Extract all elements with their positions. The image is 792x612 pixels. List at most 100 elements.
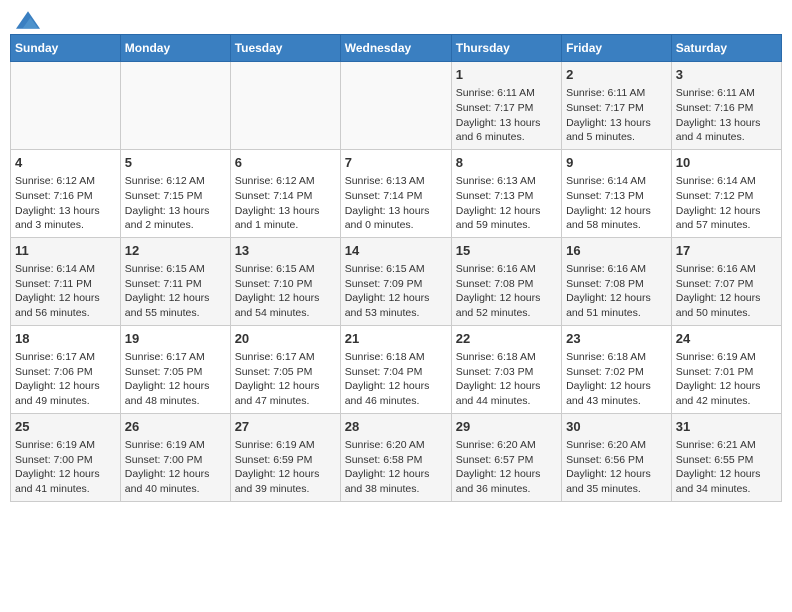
day-info-line: Sunset: 7:17 PM: [566, 101, 667, 116]
day-info-line: Sunset: 7:14 PM: [345, 189, 447, 204]
day-info-line: and 6 minutes.: [456, 130, 557, 145]
day-info-line: Sunset: 7:15 PM: [125, 189, 226, 204]
day-info-line: Daylight: 12 hours: [235, 291, 336, 306]
day-info-line: Sunrise: 6:15 AM: [345, 262, 447, 277]
calendar-cell: 8Sunrise: 6:13 AMSunset: 7:13 PMDaylight…: [451, 149, 561, 237]
calendar-cell: 21Sunrise: 6:18 AMSunset: 7:04 PMDayligh…: [340, 325, 451, 413]
day-info-line: Sunrise: 6:17 AM: [235, 350, 336, 365]
day-info-line: Sunrise: 6:14 AM: [15, 262, 116, 277]
day-info-line: Sunrise: 6:16 AM: [676, 262, 777, 277]
day-info-line: Sunset: 7:02 PM: [566, 365, 667, 380]
day-info-line: Sunrise: 6:11 AM: [566, 86, 667, 101]
day-info-line: Sunrise: 6:20 AM: [456, 438, 557, 453]
day-info-line: and 54 minutes.: [235, 306, 336, 321]
day-info-line: Daylight: 13 hours: [456, 116, 557, 131]
day-info-line: Sunset: 7:12 PM: [676, 189, 777, 204]
day-number: 14: [345, 242, 447, 260]
day-info-line: and 49 minutes.: [15, 394, 116, 409]
day-info-line: and 3 minutes.: [15, 218, 116, 233]
day-number: 25: [15, 418, 116, 436]
calendar-cell: 15Sunrise: 6:16 AMSunset: 7:08 PMDayligh…: [451, 237, 561, 325]
day-info-line: Daylight: 12 hours: [235, 379, 336, 394]
calendar-cell: 9Sunrise: 6:14 AMSunset: 7:13 PMDaylight…: [562, 149, 672, 237]
day-header-wednesday: Wednesday: [340, 35, 451, 62]
day-info-line: Sunrise: 6:12 AM: [235, 174, 336, 189]
day-info-line: Daylight: 13 hours: [15, 204, 116, 219]
page-header: [10, 10, 782, 26]
day-info-line: and 58 minutes.: [566, 218, 667, 233]
day-info-line: Sunset: 7:05 PM: [125, 365, 226, 380]
calendar-cell: [120, 62, 230, 150]
week-row-2: 4Sunrise: 6:12 AMSunset: 7:16 PMDaylight…: [11, 149, 782, 237]
calendar-cell: [340, 62, 451, 150]
day-info-line: Sunset: 7:14 PM: [235, 189, 336, 204]
day-info-line: Sunset: 7:13 PM: [566, 189, 667, 204]
calendar-cell: 29Sunrise: 6:20 AMSunset: 6:57 PMDayligh…: [451, 413, 561, 501]
day-info-line: and 39 minutes.: [235, 482, 336, 497]
day-info-line: Sunset: 7:07 PM: [676, 277, 777, 292]
day-number: 2: [566, 66, 667, 84]
day-info-line: Sunset: 6:58 PM: [345, 453, 447, 468]
day-number: 4: [15, 154, 116, 172]
day-info-line: Daylight: 13 hours: [125, 204, 226, 219]
calendar-cell: 10Sunrise: 6:14 AMSunset: 7:12 PMDayligh…: [671, 149, 781, 237]
calendar-cell: 19Sunrise: 6:17 AMSunset: 7:05 PMDayligh…: [120, 325, 230, 413]
calendar-cell: 11 Sunrise: 6:14 AMSunset: 7:11 PMDayligh…: [11, 237, 121, 325]
day-info-line: Sunset: 7:11 PM: [15, 277, 116, 292]
day-header-monday: Monday: [120, 35, 230, 62]
day-number: 17: [676, 242, 777, 260]
calendar-header-row: SundayMondayTuesdayWednesdayThursdayFrid…: [11, 35, 782, 62]
day-info-line: and 0 minutes.: [345, 218, 447, 233]
calendar-cell: [230, 62, 340, 150]
day-header-thursday: Thursday: [451, 35, 561, 62]
day-info-line: Sunrise: 6:16 AM: [456, 262, 557, 277]
day-info-line: and 59 minutes.: [456, 218, 557, 233]
day-info-line: and 48 minutes.: [125, 394, 226, 409]
day-info-line: Daylight: 12 hours: [125, 467, 226, 482]
day-info-line: Sunset: 7:11 PM: [125, 277, 226, 292]
calendar-cell: 2Sunrise: 6:11 AMSunset: 7:17 PMDaylight…: [562, 62, 672, 150]
day-info-line: Sunrise: 6:11 AM: [676, 86, 777, 101]
day-number: 11: [15, 242, 116, 260]
day-number: 20: [235, 330, 336, 348]
day-info-line: Daylight: 12 hours: [345, 291, 447, 306]
day-info-line: Sunrise: 6:15 AM: [235, 262, 336, 277]
day-info-line: Daylight: 12 hours: [15, 467, 116, 482]
calendar-cell: 18Sunrise: 6:17 AMSunset: 7:06 PMDayligh…: [11, 325, 121, 413]
day-info-line: Daylight: 12 hours: [235, 467, 336, 482]
day-info-line: Daylight: 12 hours: [456, 467, 557, 482]
day-info-line: Daylight: 12 hours: [676, 291, 777, 306]
day-info-line: Daylight: 12 hours: [566, 379, 667, 394]
day-number: 16: [566, 242, 667, 260]
day-info-line: Sunset: 7:16 PM: [676, 101, 777, 116]
day-info-line: Daylight: 12 hours: [345, 467, 447, 482]
day-info-line: and 40 minutes.: [125, 482, 226, 497]
calendar-cell: 31Sunrise: 6:21 AMSunset: 6:55 PMDayligh…: [671, 413, 781, 501]
day-info-line: and 50 minutes.: [676, 306, 777, 321]
day-info-line: and 1 minute.: [235, 218, 336, 233]
day-info-line: Sunrise: 6:11 AM: [456, 86, 557, 101]
day-info-line: Daylight: 12 hours: [676, 379, 777, 394]
day-info-line: and 44 minutes.: [456, 394, 557, 409]
calendar-cell: 22Sunrise: 6:18 AMSunset: 7:03 PMDayligh…: [451, 325, 561, 413]
day-info-line: Sunrise: 6:19 AM: [125, 438, 226, 453]
day-number: 18: [15, 330, 116, 348]
day-header-sunday: Sunday: [11, 35, 121, 62]
day-info-line: Daylight: 13 hours: [235, 204, 336, 219]
day-info-line: and 57 minutes.: [676, 218, 777, 233]
day-info-line: Sunset: 6:55 PM: [676, 453, 777, 468]
calendar-cell: [11, 62, 121, 150]
day-info-line: Daylight: 13 hours: [345, 204, 447, 219]
day-info-line: Daylight: 12 hours: [15, 291, 116, 306]
calendar-cell: 12Sunrise: 6:15 AMSunset: 7:11 PMDayligh…: [120, 237, 230, 325]
day-info-line: Daylight: 13 hours: [676, 116, 777, 131]
day-number: 13: [235, 242, 336, 260]
day-info-line: Sunset: 7:05 PM: [235, 365, 336, 380]
day-info-line: and 46 minutes.: [345, 394, 447, 409]
day-info-line: and 55 minutes.: [125, 306, 226, 321]
week-row-4: 18Sunrise: 6:17 AMSunset: 7:06 PMDayligh…: [11, 325, 782, 413]
day-info-line: Daylight: 12 hours: [456, 291, 557, 306]
day-number: 5: [125, 154, 226, 172]
day-info-line: Sunset: 7:10 PM: [235, 277, 336, 292]
calendar-cell: 16Sunrise: 6:16 AMSunset: 7:08 PMDayligh…: [562, 237, 672, 325]
